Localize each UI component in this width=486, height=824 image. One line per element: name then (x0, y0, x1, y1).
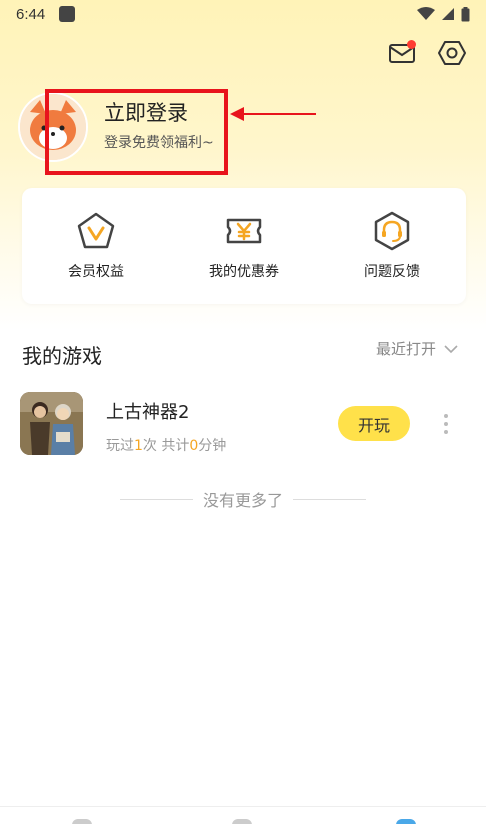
end-of-list-text: 没有更多了 (203, 491, 284, 510)
my-coupons-button[interactable]: 我的优惠券 (184, 211, 304, 281)
game-name[interactable]: 上古神器2 (106, 398, 189, 424)
signal-icon (442, 8, 454, 20)
sort-dropdown[interactable]: 最近打开 (376, 338, 458, 359)
more-dot-icon (444, 414, 448, 418)
feedback-button[interactable]: 问题反馈 (332, 211, 452, 281)
stats-mid: 次 共计 (142, 438, 190, 454)
stats-suffix: 分钟 (198, 438, 227, 454)
more-dot-icon (444, 430, 448, 434)
member-benefits-button[interactable]: 会员权益 (36, 211, 156, 281)
member-benefits-label: 会员权益 (68, 264, 124, 280)
unread-dot (407, 40, 416, 49)
feedback-label: 问题反馈 (364, 264, 420, 280)
sort-label: 最近打开 (376, 340, 437, 358)
quick-actions-card: 会员权益 我的优惠券 问题反馈 (22, 188, 466, 304)
more-options-button[interactable] (440, 414, 452, 434)
nav-tab-mine-icon[interactable] (396, 819, 416, 824)
play-minutes: 0 (189, 438, 199, 454)
stats-prefix: 玩过 (106, 438, 134, 454)
game-play-stats: 玩过1次 共计0分钟 (106, 435, 226, 455)
play-count: 1 (134, 438, 143, 454)
more-dot-icon (444, 422, 448, 426)
member-v-icon (77, 212, 115, 249)
my-games-title: 我的游戏 (22, 344, 102, 368)
my-coupons-label: 我的优惠券 (209, 264, 279, 280)
annotation-highlight-box (45, 89, 228, 175)
play-button[interactable]: 开玩 (338, 406, 410, 441)
nav-tab-home-icon[interactable] (72, 819, 92, 824)
wifi-icon (417, 7, 435, 20)
chevron-down-icon (444, 344, 458, 353)
battery-icon (461, 6, 470, 21)
game-icon[interactable] (20, 392, 83, 455)
gear-icon (438, 41, 466, 65)
divider-right (293, 498, 367, 500)
status-time: 6:44 (16, 5, 46, 23)
status-icons (417, 6, 470, 22)
annotation-arrow-icon (230, 107, 316, 121)
bottom-navigation (0, 806, 486, 824)
nav-tab-games-icon[interactable] (232, 819, 252, 824)
mail-button[interactable] (387, 38, 417, 68)
game-characters-icon (20, 392, 83, 455)
notification-icon (59, 6, 76, 22)
settings-button[interactable] (437, 38, 467, 68)
list-end-indicator: 没有更多了 (120, 488, 367, 510)
divider-left (120, 498, 193, 500)
status-bar: 6:44 (0, 0, 486, 28)
headset-icon (374, 211, 410, 251)
coupon-yen-icon (226, 218, 262, 244)
